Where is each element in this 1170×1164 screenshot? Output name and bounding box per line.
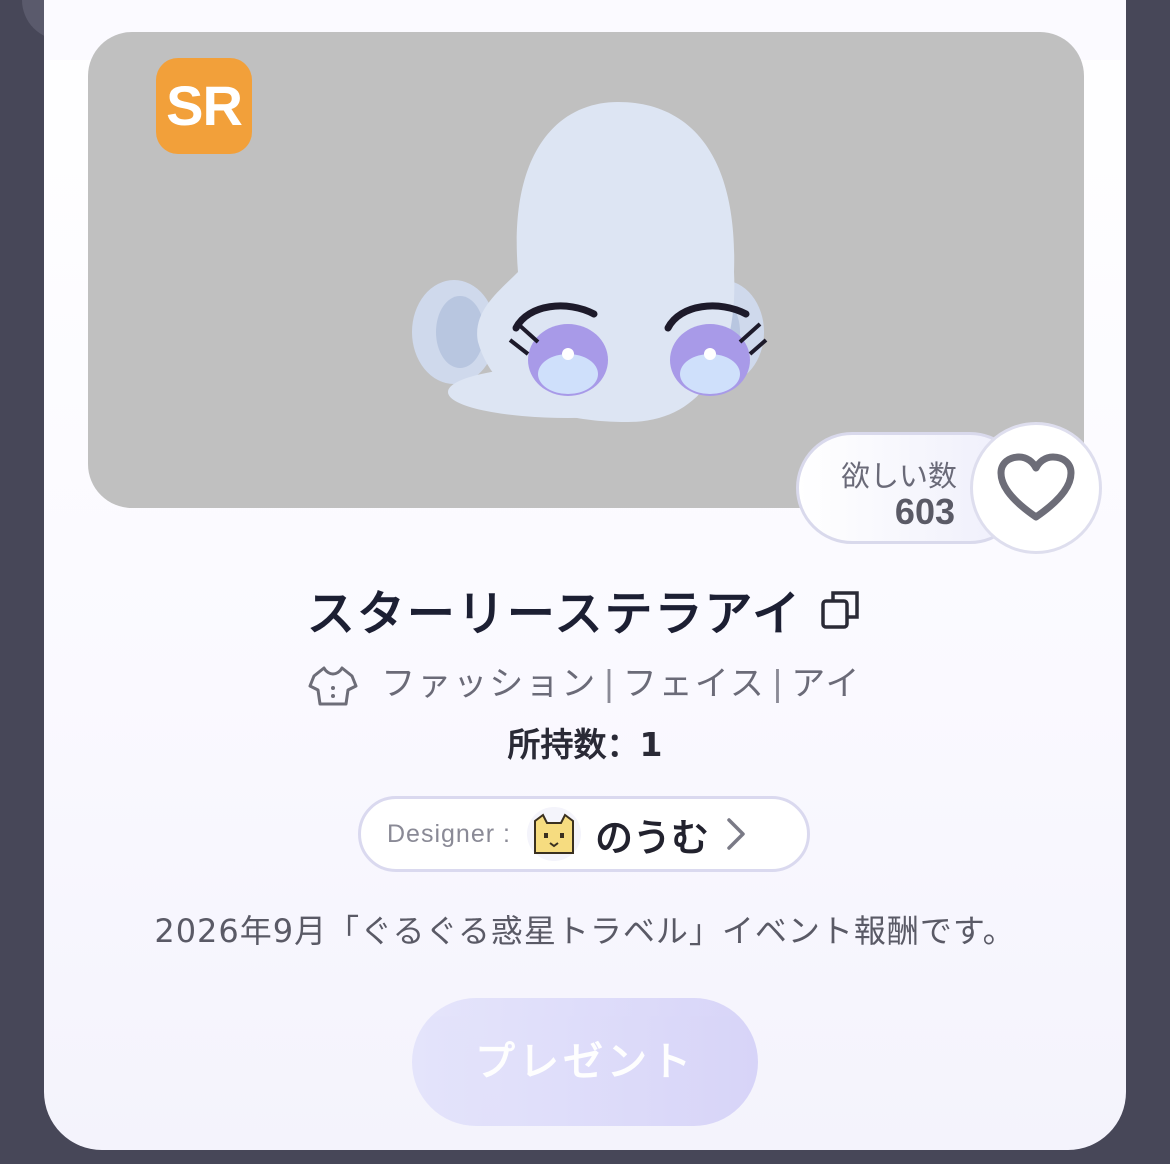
- copy-icon[interactable]: [819, 587, 863, 631]
- item-detail-card: SR 欲しい数 603 スターリーステラアイ ファッション | フェイス | ア…: [44, 0, 1126, 1150]
- designer-name: のうむ: [594, 815, 709, 860]
- avatar: [526, 807, 581, 861]
- cat-avatar-icon: [533, 813, 574, 854]
- shirt-icon: [308, 666, 358, 705]
- category-face: フェイス: [622, 664, 766, 704]
- designer-link[interactable]: Designer : のうむ: [358, 796, 810, 872]
- item-title-row: スターリーステラアイ: [44, 574, 1126, 644]
- wishlist-heart-button[interactable]: [970, 422, 1102, 554]
- category-fashion: ファッション: [381, 664, 598, 704]
- designer-label: Designer :: [387, 819, 511, 848]
- item-title: スターリーステラアイ: [306, 586, 803, 642]
- chevron-right-icon: [727, 818, 745, 850]
- face-preview-image: [412, 102, 768, 422]
- heart-icon: [997, 453, 1075, 521]
- rarity-badge: SR: [156, 58, 252, 154]
- wishlist-label: 欲しい数: [841, 459, 958, 493]
- wishlist-count: 603: [894, 491, 955, 532]
- owned-count: 所持数：1: [507, 725, 663, 764]
- item-description: 2026年9月「ぐるぐる惑星トラベル」イベント報酬です。: [154, 912, 1016, 950]
- item-category-path: ファッション | フェイス | アイ: [44, 656, 1126, 708]
- category-eye: アイ: [791, 664, 862, 704]
- present-button[interactable]: プレゼント: [412, 998, 758, 1126]
